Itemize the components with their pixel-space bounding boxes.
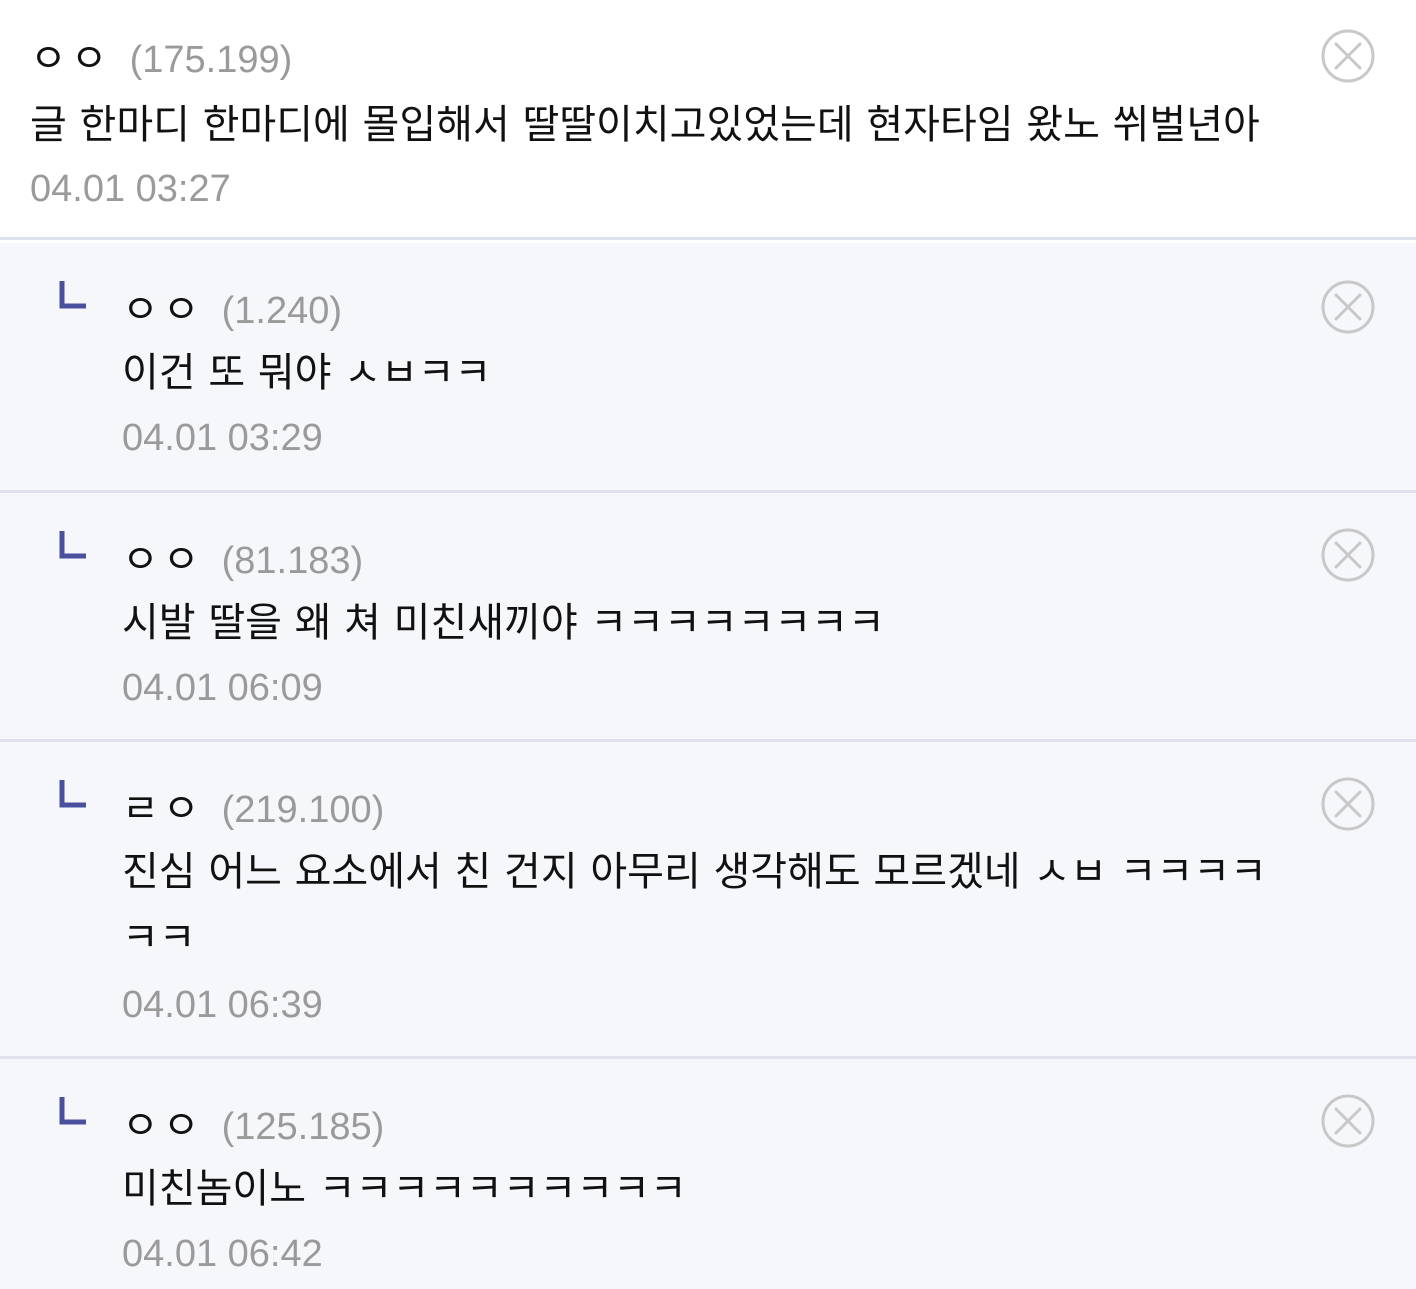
reply-author-line: ㄹㅇ (219.100) — [122, 776, 384, 834]
delete-reply-button[interactable] — [1320, 776, 1376, 832]
comment-date: 04.01 03:27 — [30, 168, 231, 210]
reply-corner-icon — [58, 529, 88, 561]
comment-author-line: ㅇㅇ (175.199) — [30, 26, 292, 84]
reply-author-line: ㅇㅇ (81.183) — [122, 527, 363, 585]
reply-author[interactable]: ㅇㅇ — [122, 277, 204, 335]
delete-comment-button[interactable] — [1320, 28, 1376, 84]
reply-ip: (219.100) — [221, 789, 385, 831]
comment-text: 글 한마디 한마디에 몰입해서 딸딸이치고있었는데 현자타임 왔노 쒸벌년아 — [30, 102, 1260, 148]
reply-date: 04.01 03:29 — [122, 417, 323, 459]
reply-text: 미친놈이노 ㅋㅋㅋㅋㅋㅋㅋㅋㅋㅋ — [122, 1166, 687, 1212]
reply-author[interactable]: ㅇㅇ — [122, 1093, 204, 1151]
comment-ip: (175.199) — [129, 39, 293, 81]
reply-item: ㅇㅇ (125.185) 미친놈이노 ㅋㅋㅋㅋㅋㅋㅋㅋㅋㅋ 04.01 06:4… — [0, 1059, 1416, 1289]
reply-item: ㄹㅇ (219.100) 진심 어느 요소에서 친 건지 아무리 생각해도 모르… — [0, 742, 1416, 1059]
reply-author-line: ㅇㅇ (125.185) — [122, 1093, 384, 1151]
reply-date: 04.01 06:09 — [122, 667, 323, 709]
comment-item: ㅇㅇ (175.199) 글 한마디 한마디에 몰입해서 딸딸이치고있었는데 현… — [0, 0, 1416, 240]
delete-reply-button[interactable] — [1320, 279, 1376, 335]
delete-reply-button[interactable] — [1320, 527, 1376, 583]
reply-date: 04.01 06:42 — [122, 1233, 323, 1275]
delete-reply-button[interactable] — [1320, 1093, 1376, 1149]
reply-text: 시발 딸을 왜 쳐 미친새끼야 ㅋㅋㅋㅋㅋㅋㅋㅋ — [122, 600, 885, 646]
reply-corner-icon — [58, 778, 88, 810]
reply-author-line: ㅇㅇ (1.240) — [122, 277, 342, 335]
reply-item: ㅇㅇ (1.240) 이건 또 뭐야 ㅅㅂㅋㅋ 04.01 03:29 — [0, 243, 1416, 493]
reply-item: ㅇㅇ (81.183) 시발 딸을 왜 쳐 미친새끼야 ㅋㅋㅋㅋㅋㅋㅋㅋ 04.… — [0, 493, 1416, 742]
reply-corner-icon — [58, 279, 88, 311]
reply-text-line2: ㅋㅋ — [122, 915, 196, 961]
close-circle-icon — [1321, 29, 1375, 83]
reply-text: 이건 또 뭐야 ㅅㅂㅋㅋ — [122, 350, 492, 396]
reply-ip: (1.240) — [221, 290, 343, 332]
reply-ip: (125.185) — [221, 1106, 385, 1148]
close-circle-icon — [1321, 528, 1375, 582]
comment-list: ㅇㅇ (175.199) 글 한마디 한마디에 몰입해서 딸딸이치고있었는데 현… — [0, 0, 1416, 1289]
reply-author[interactable]: ㄹㅇ — [122, 776, 204, 834]
reply-author[interactable]: ㅇㅇ — [122, 527, 204, 585]
reply-corner-icon — [58, 1095, 88, 1127]
reply-ip: (81.183) — [221, 540, 364, 582]
reply-text-line1: 진심 어느 요소에서 친 건지 아무리 생각해도 모르겠네 ㅅㅂ ㅋㅋㅋㅋ — [122, 849, 1267, 895]
close-circle-icon — [1321, 1094, 1375, 1148]
close-circle-icon — [1321, 777, 1375, 831]
reply-date: 04.01 06:39 — [122, 984, 323, 1026]
comment-author[interactable]: ㅇㅇ — [30, 26, 112, 84]
close-circle-icon — [1321, 280, 1375, 334]
